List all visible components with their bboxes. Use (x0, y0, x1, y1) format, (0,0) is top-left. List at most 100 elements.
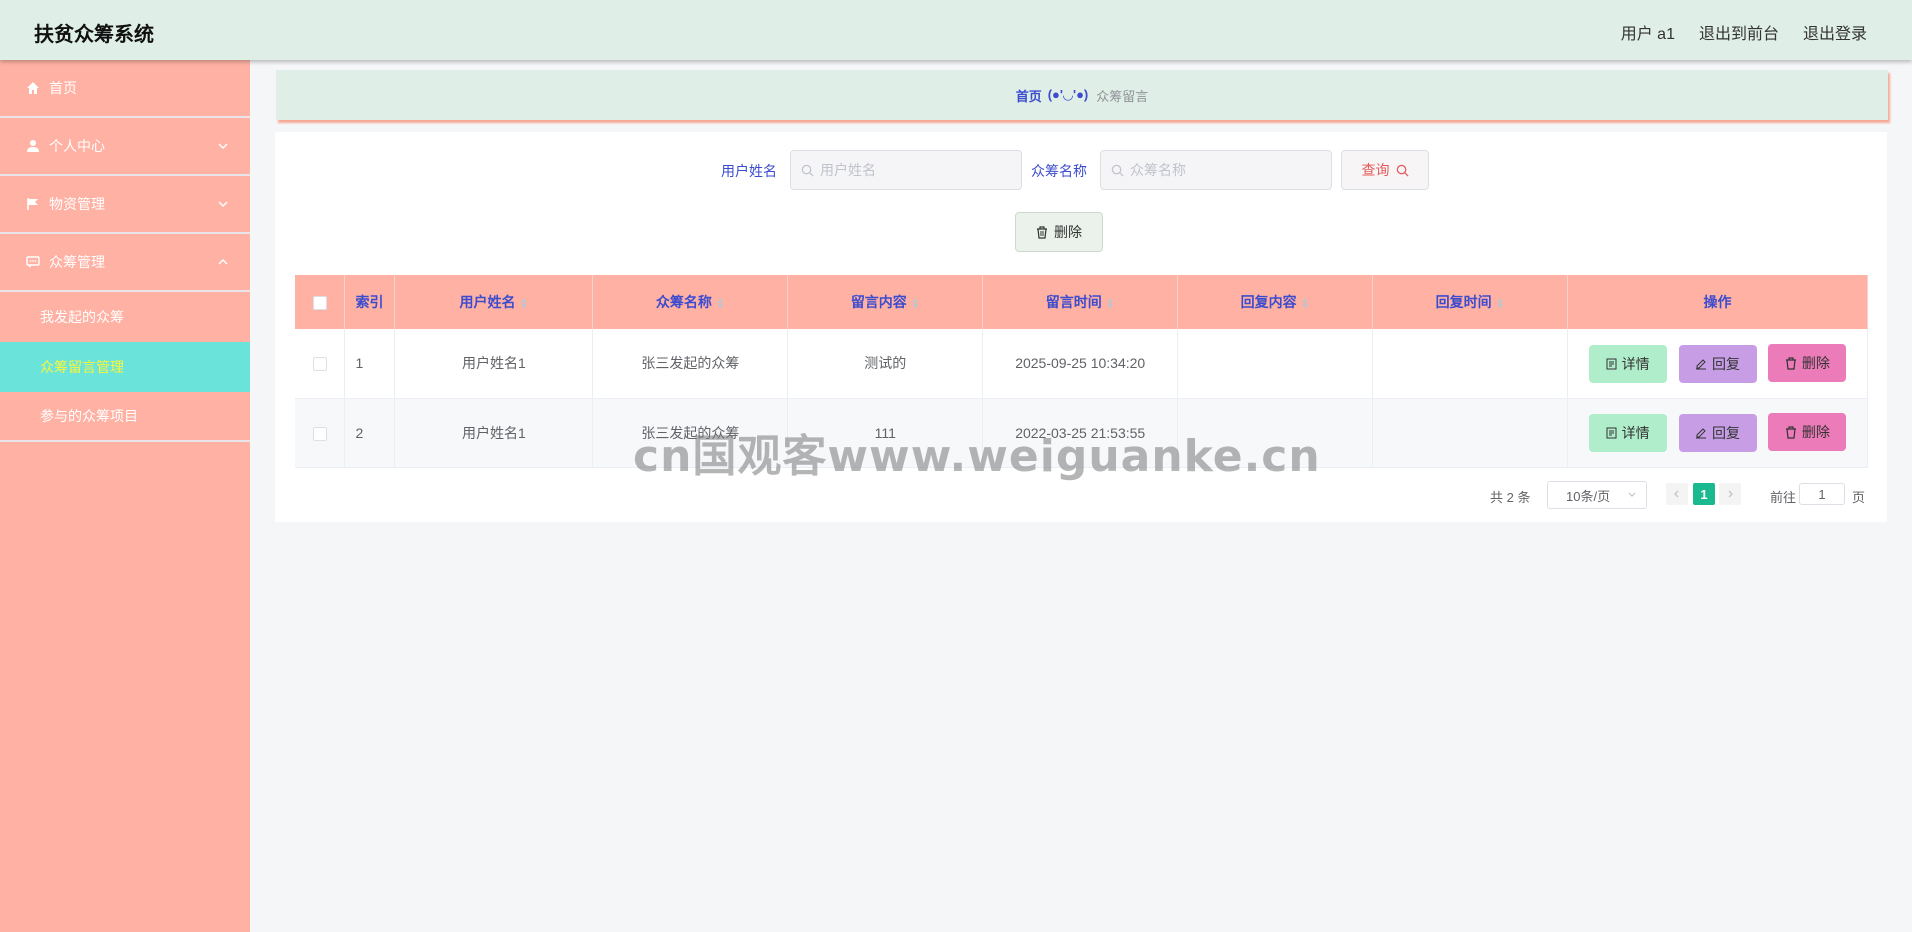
col-username-label: 用户姓名 (459, 294, 516, 310)
cell-time: 2025-09-25 10:34:20 (982, 329, 1179, 399)
pagination: 共 2 条 10条/页 1 前往 页 (275, 480, 1887, 510)
cell-reply-time (1372, 329, 1569, 399)
query-button[interactable]: 查询 (1341, 150, 1429, 190)
breadcrumb-current: 众筹留言 (1096, 88, 1149, 104)
table-header-row: 索引 用户姓名 ▲ ▼ 众筹名称 ▲ ▼ 留言内容 ▲ ▼ 留言时间 ▲ ▼ 回复内容 ▲ ▼ 回复… (295, 275, 1868, 329)
table-row: 1 用户姓名1 张三发起的众筹 测试的 2025-09-25 10:34:20 … (295, 329, 1868, 399)
page-size-value: 10条/页 (1566, 488, 1611, 504)
sidebar-item-label: 物资管理 (49, 196, 105, 212)
cell-reply (1177, 398, 1374, 468)
row-select-cell (295, 329, 346, 399)
to-front-link[interactable]: 退出到前台 (1699, 20, 1779, 44)
project-field[interactable] (1100, 150, 1332, 190)
sidebar-item-label: 首页 (49, 80, 77, 96)
search-icon (1111, 164, 1124, 177)
sort-icon[interactable]: ▲ ▼ (716, 296, 725, 311)
project-label: 众筹名称 (1031, 163, 1087, 179)
project-input[interactable] (1130, 162, 1320, 178)
select-all-checkbox[interactable] (312, 296, 327, 311)
breadcrumb-home[interactable]: 首页 (1016, 86, 1042, 105)
sort-icon[interactable]: ▲ ▼ (1496, 296, 1505, 311)
cell-username: 用户姓名1 (394, 329, 594, 399)
trash-icon (1037, 225, 1047, 239)
page-size-select[interactable]: 10条/页 (1547, 481, 1647, 509)
col-username[interactable]: 用户姓名 ▲ ▼ (394, 275, 594, 329)
reply-button[interactable]: 回复 (1678, 344, 1757, 383)
query-button-label: 查询 (1361, 162, 1390, 178)
delete-button-label: 删除 (1801, 355, 1830, 371)
chevron-up-icon (218, 258, 228, 265)
main-panel: 用户姓名 众筹名称 查询 删除 索引 用户姓名▲▼ 众筹名称▲▼ (275, 132, 1887, 522)
sidebar-item-home[interactable]: 首页 (0, 60, 250, 118)
detail-button[interactable]: 详情 (1588, 413, 1667, 452)
prev-page-button[interactable] (1666, 483, 1688, 505)
cell-username: 用户姓名1 (394, 398, 594, 468)
user-icon (25, 138, 41, 154)
sidebar-item-crowdfunding[interactable]: 众筹管理 (0, 234, 250, 292)
sort-icon[interactable]: ▲ ▼ (1106, 296, 1115, 311)
breadcrumb: 首页 (●'◡'●) 众筹留言 (276, 70, 1888, 120)
top-header: 扶贫众筹系统 用户 a1 退出到前台 退出登录 (0, 0, 1912, 60)
reply-button-label: 回复 (1712, 355, 1740, 372)
search-form: 用户姓名 众筹名称 查询 (275, 150, 1887, 190)
cell-time: 2022-03-25 21:53:55 (982, 398, 1179, 468)
chat-icon (25, 254, 41, 270)
sidebar-item-label: 个人中心 (49, 138, 105, 154)
flag-icon (25, 196, 41, 212)
cell-project: 张三发起的众筹 (592, 329, 789, 399)
logout-link[interactable]: 退出登录 (1803, 20, 1867, 44)
home-icon (25, 80, 41, 96)
sidebar-subitem-message-management[interactable]: 众筹留言管理 (0, 342, 250, 392)
trash-icon (1785, 426, 1796, 439)
col-index: 索引 (344, 275, 396, 329)
col-reply-time[interactable]: 回复时间 ▲ ▼ (1372, 275, 1569, 329)
goto-label: 前往 (1770, 490, 1797, 505)
col-actions: 操作 (1567, 275, 1868, 329)
col-content[interactable]: 留言内容 ▲ ▼ (787, 275, 984, 329)
cell-actions: 详情 回复 删除 (1567, 398, 1868, 468)
sidebar-item-label: 众筹管理 (49, 254, 105, 270)
cell-actions: 详情 回复 删除 (1567, 329, 1868, 399)
detail-button[interactable]: 详情 (1588, 344, 1667, 383)
document-icon (1606, 358, 1617, 369)
search-icon (1396, 164, 1409, 177)
delete-button[interactable]: 删除 (1768, 344, 1847, 382)
reply-button-label: 回复 (1712, 424, 1740, 441)
col-reply[interactable]: 回复内容 ▲ ▼ (1177, 275, 1374, 329)
sidebar: 首页 个人中心 物资管理 众筹管理 我发起的众筹 众筹留言管理 参与的众筹项目 (0, 60, 250, 932)
header-actions: 用户 a1 退出到前台 退出登录 (1621, 20, 1867, 44)
reply-button[interactable]: 回复 (1678, 413, 1757, 452)
total-count: 共 2 条 (1490, 490, 1531, 505)
sidebar-subitem-my-crowdfunding[interactable]: 我发起的众筹 (0, 292, 250, 342)
sidebar-item-supplies[interactable]: 物资管理 (0, 176, 250, 234)
username-field[interactable] (790, 150, 1022, 190)
row-checkbox[interactable] (312, 426, 327, 441)
sort-icon[interactable]: ▲ ▼ (1301, 296, 1310, 311)
table-row: 2 用户姓名1 张三发起的众筹 111 2022-03-25 21:53:55 … (295, 398, 1868, 468)
sidebar-item-personal[interactable]: 个人中心 (0, 118, 250, 176)
app-title: 扶贫众筹系统 (34, 24, 154, 46)
sort-icon[interactable]: ▲ ▼ (519, 296, 528, 311)
col-project[interactable]: 众筹名称 ▲ ▼ (592, 275, 789, 329)
cell-index: 2 (344, 398, 396, 468)
chevron-down-icon (1628, 492, 1636, 497)
sort-icon[interactable]: ▲ ▼ (911, 296, 920, 311)
cell-reply-time (1372, 398, 1569, 468)
search-icon (801, 164, 814, 177)
batch-delete-button[interactable]: 删除 (1015, 212, 1103, 252)
chevron-down-icon (218, 201, 228, 208)
chevron-down-icon (218, 143, 228, 150)
username-input[interactable] (820, 162, 1010, 178)
delete-button-label: 删除 (1801, 424, 1830, 441)
next-page-button[interactable] (1719, 483, 1741, 505)
col-reply-label: 回复内容 (1240, 294, 1297, 310)
page-number[interactable]: 1 (1693, 483, 1715, 505)
col-time-label: 留言时间 (1045, 294, 1102, 310)
col-time[interactable]: 留言时间 ▲ ▼ (982, 275, 1179, 329)
breadcrumb-separator: (●'◡'●) (1047, 87, 1089, 102)
message-table: 索引 用户姓名 ▲ ▼ 众筹名称 ▲ ▼ 留言内容 ▲ ▼ 留言时间 ▲ ▼ 回复内容 ▲ ▼ 回复… (295, 275, 1868, 468)
row-checkbox[interactable] (312, 357, 327, 372)
delete-button[interactable]: 删除 (1768, 413, 1847, 452)
goto-page-input[interactable] (1799, 483, 1845, 505)
sidebar-subitem-joined-projects[interactable]: 参与的众筹项目 (0, 392, 250, 442)
